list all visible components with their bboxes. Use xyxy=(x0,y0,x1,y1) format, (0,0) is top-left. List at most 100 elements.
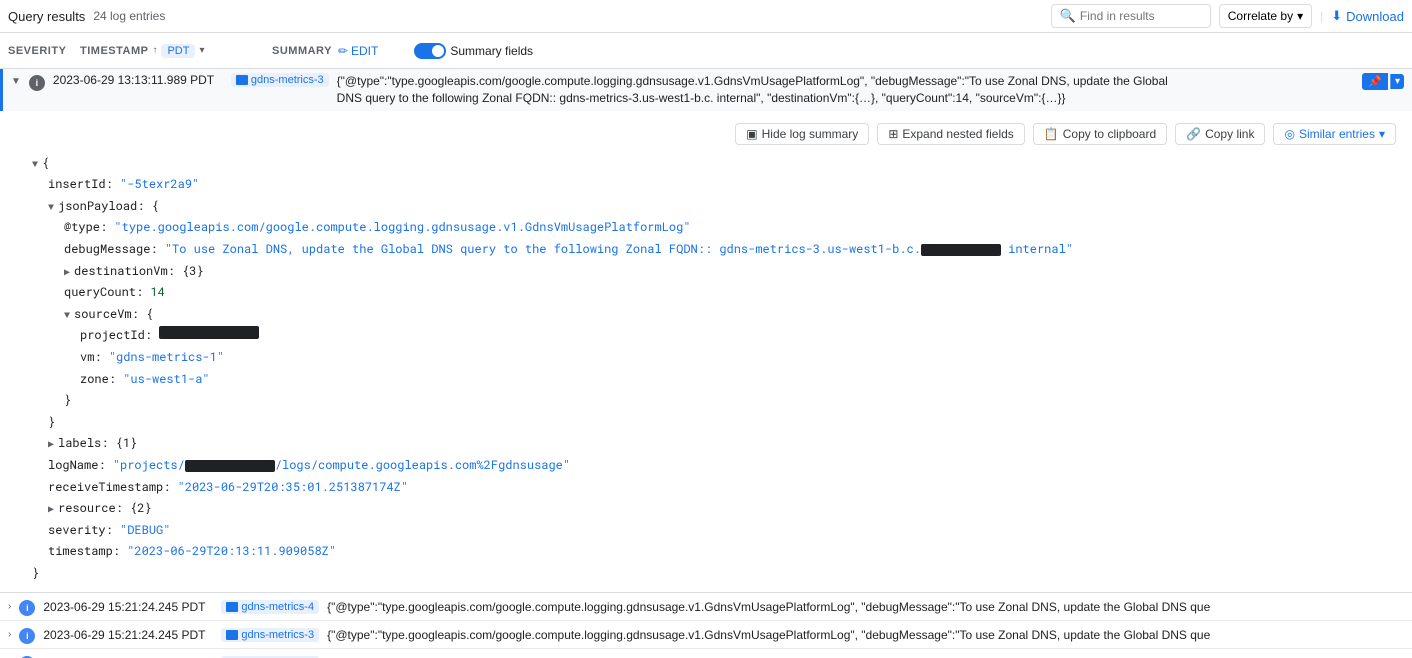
expand-nested-icon: ⊞ xyxy=(888,127,898,141)
zone-val: "us-west1-a" xyxy=(123,369,209,391)
expand-resource-icon[interactable]: ▶ xyxy=(48,500,54,518)
expand-labels-icon[interactable]: ▶ xyxy=(48,435,54,453)
json-timestamp: timestamp: "2023-06-29T20:13:11.909058Z" xyxy=(32,541,1396,563)
json-source-vm-close: } xyxy=(32,390,1396,412)
secondary-toolbar: SEVERITY TIMESTAMP ↑ PDT ▾ SUMMARY ✏ EDI… xyxy=(0,33,1412,69)
json-at-type: @type: "type.googleapis.com/google.compu… xyxy=(32,217,1396,239)
find-in-results-box[interactable]: 🔍 xyxy=(1051,4,1211,28)
destination-vm-key: destinationVm: xyxy=(74,261,175,283)
entry-summary: {"@type":"type.googleapis.com/google.com… xyxy=(327,628,1404,642)
find-input[interactable] xyxy=(1080,9,1200,23)
expand-nested-button[interactable]: ⊞ Expand nested fields xyxy=(877,123,1024,145)
summary-fields-label: Summary fields xyxy=(450,44,533,58)
entry-timestamp: 2023-06-29 15:21:24.245 PDT xyxy=(43,628,213,642)
entry-timestamp: 2023-06-29 15:21:24.245 PDT xyxy=(43,600,213,614)
redacted-project xyxy=(185,460,275,472)
resource-icon xyxy=(226,602,238,612)
hide-icon: ▣ xyxy=(746,127,757,141)
timestamp-column-header[interactable]: TIMESTAMP ↑ PDT ▾ xyxy=(80,44,260,58)
json-tree: ▼ { insertId: "-5texr2a9" ▼ jsonPayload:… xyxy=(32,153,1396,585)
collapse-icon[interactable]: ▼ xyxy=(11,76,21,87)
json-log-name: logName: "projects//logs/compute.googlea… xyxy=(32,455,1396,477)
redacted-project-id xyxy=(159,326,259,339)
severity-column-header: SEVERITY xyxy=(8,45,68,57)
hide-log-summary-button[interactable]: ▣ Hide log summary xyxy=(735,123,869,145)
entry-resource: gdns-metrics-3 xyxy=(221,628,319,642)
source-vm-close: } xyxy=(64,390,71,412)
expanded-log-entry: ▼ i 2023-06-29 13:13:11.989 PDT gdns-met… xyxy=(0,69,1412,593)
edit-button[interactable]: ✏ EDIT xyxy=(338,44,378,58)
download-icon: ⬇ xyxy=(1331,8,1342,24)
json-payload-key: jsonPayload: xyxy=(58,196,144,218)
sort-asc-icon: ↑ xyxy=(152,45,157,56)
labels-val: {1} xyxy=(116,433,138,455)
main-toolbar: Query results 24 log entries 🔍 Correlate… xyxy=(0,0,1412,33)
json-payload-close: } xyxy=(32,412,1396,434)
json-payload-open: { xyxy=(152,196,159,218)
json-debug-message: debugMessage: "To use Zonal DNS, update … xyxy=(32,239,1396,261)
chevron-right-icon: › xyxy=(8,601,11,612)
pin-action-group: 📌 ▾ xyxy=(1362,73,1404,90)
main-content: ▼ i 2023-06-29 13:13:11.989 PDT gdns-met… xyxy=(0,69,1412,658)
receive-timestamp-val: "2023-06-29T20:35:01.251387174Z" xyxy=(178,477,408,499)
json-close-brace: } xyxy=(32,563,1396,585)
expand-destination-icon[interactable]: ▶ xyxy=(64,263,70,281)
copy-link-button[interactable]: 🔗 Copy link xyxy=(1175,123,1265,145)
collapsed-entries-list: › i 2023-06-29 15:21:24.245 PDT gdns-met… xyxy=(0,593,1412,658)
timestamp-key: timestamp: xyxy=(48,541,120,563)
toggle-on-icon[interactable] xyxy=(414,43,446,59)
copy-icon: 📋 xyxy=(1044,127,1059,141)
collapsed-log-entry[interactable]: › i 2023-06-29 15:21:24.245 PDT gdns-met… xyxy=(0,593,1412,621)
copy-to-clipboard-button[interactable]: 📋 Copy to clipboard xyxy=(1033,123,1167,145)
resource-val: {2} xyxy=(130,498,152,520)
debug-message-val: "To use Zonal DNS, update the Global DNS… xyxy=(165,239,1073,261)
redacted-hostname xyxy=(921,244,1001,256)
expanded-resource-name: gdns-metrics-3 xyxy=(251,74,324,86)
resource-icon xyxy=(226,630,238,640)
summary-fields-toggle[interactable]: Summary fields xyxy=(414,43,533,59)
chevron-down-icon: ▾ xyxy=(1297,9,1303,23)
expand-root-icon[interactable]: ▼ xyxy=(32,155,38,173)
query-count-val: 14 xyxy=(150,282,164,304)
expanded-resource-badge: gdns-metrics-3 xyxy=(231,73,329,87)
log-action-bar: ▣ Hide log summary ⊞ Expand nested field… xyxy=(32,119,1396,153)
expand-source-vm-icon[interactable]: ▼ xyxy=(64,306,70,324)
pencil-icon: ✏ xyxy=(338,44,348,58)
log-entries-count: 24 log entries xyxy=(93,9,165,23)
insert-id-key: insertId: xyxy=(48,174,113,196)
pdt-badge[interactable]: PDT xyxy=(161,44,195,58)
collapsed-log-entry[interactable]: › i 2023-06-29 17:57:26.716 PDT gdns-met… xyxy=(0,649,1412,658)
resource-key: resource: xyxy=(58,498,123,520)
expand-payload-icon[interactable]: ▼ xyxy=(48,198,54,216)
json-receive-timestamp: receiveTimestamp: "2023-06-29T20:35:01.2… xyxy=(32,477,1396,499)
json-project-id: projectId: xyxy=(32,325,1396,347)
correlate-label: Correlate by xyxy=(1228,9,1293,23)
similar-entries-button[interactable]: ◎ Similar entries ▾ xyxy=(1273,123,1396,145)
json-severity: severity: "DEBUG" xyxy=(32,520,1396,542)
query-results-label: Query results xyxy=(8,9,85,24)
query-count-key: queryCount: xyxy=(64,282,143,304)
json-query-count: queryCount: 14 xyxy=(32,282,1396,304)
json-labels: ▶ labels: {1} xyxy=(32,433,1396,455)
correlate-button[interactable]: Correlate by ▾ xyxy=(1219,4,1312,28)
debug-message-key: debugMessage: xyxy=(64,239,158,261)
download-button[interactable]: ⬇ Download xyxy=(1331,8,1404,24)
collapsed-log-entry[interactable]: › i 2023-06-29 15:21:24.245 PDT gdns-met… xyxy=(0,621,1412,649)
resource-icon xyxy=(236,75,248,85)
timestamp-label: TIMESTAMP xyxy=(80,45,148,57)
entry-resource-name: gdns-metrics-4 xyxy=(241,601,314,613)
expanded-entry-header: ▼ i 2023-06-29 13:13:11.989 PDT gdns-met… xyxy=(0,69,1412,111)
entry-summary: {"@type":"type.googleapis.com/google.com… xyxy=(327,600,1404,614)
chevron-down-icon: ▾ xyxy=(1379,127,1385,141)
summary-line1: {"@type":"type.googleapis.com/google.com… xyxy=(337,73,1355,90)
divider: | xyxy=(1320,9,1323,23)
expanded-summary-text: {"@type":"type.googleapis.com/google.com… xyxy=(337,73,1355,107)
vm-key: vm: xyxy=(80,347,102,369)
source-vm-key: sourceVm: xyxy=(74,304,139,326)
pin-dropdown-button[interactable]: ▾ xyxy=(1390,74,1404,89)
timestamp-val: "2023-06-29T20:13:11.909058Z" xyxy=(127,541,336,563)
zone-key: zone: xyxy=(80,369,116,391)
pin-button[interactable]: 📌 xyxy=(1362,73,1388,90)
severity-badge-debug: i xyxy=(29,75,45,91)
json-vm: vm: "gdns-metrics-1" xyxy=(32,347,1396,369)
